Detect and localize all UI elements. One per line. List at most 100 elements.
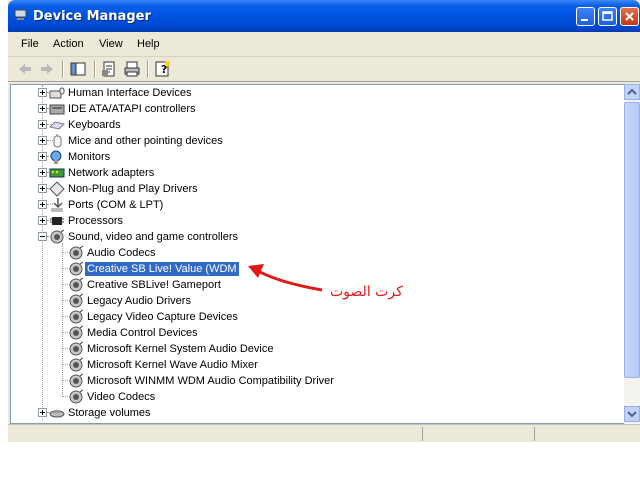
tree-item-label: Microsoft Kernel System Audio Device bbox=[87, 343, 274, 355]
toolbar-separator bbox=[62, 60, 64, 78]
forward-arrow-icon[interactable] bbox=[39, 61, 55, 77]
tree-item[interactable]: Mice and other pointing devices bbox=[11, 133, 611, 149]
status-panel-divider bbox=[422, 427, 423, 441]
help-icon[interactable]: ? bbox=[155, 61, 171, 77]
disk-controller-icon bbox=[49, 104, 65, 115]
tree-item-label: Monitors bbox=[68, 151, 111, 163]
speaker-icon bbox=[69, 373, 84, 388]
tree-item[interactable]: Microsoft Kernel System Audio Device bbox=[11, 341, 611, 357]
tree-item[interactable]: Monitors bbox=[11, 149, 611, 165]
tree-item[interactable]: Legacy Audio Drivers bbox=[11, 293, 611, 309]
expand-button[interactable] bbox=[38, 88, 47, 97]
speaker-icon bbox=[69, 357, 84, 372]
tree-item[interactable]: Sound, video and game controllers bbox=[11, 229, 611, 245]
expand-button[interactable] bbox=[38, 200, 47, 209]
tree-item-label: Mice and other pointing devices bbox=[68, 135, 223, 147]
maximize-icon bbox=[602, 11, 613, 21]
tree-item[interactable]: Keyboards bbox=[11, 117, 611, 133]
tree-item-label: Sound, video and game controllers bbox=[68, 231, 238, 243]
tree-item-label: Legacy Video Capture Devices bbox=[87, 311, 238, 323]
maximize-button[interactable] bbox=[598, 7, 617, 26]
expand-button[interactable] bbox=[38, 120, 47, 129]
storage-icon bbox=[49, 410, 65, 418]
tree-item[interactable]: Media Control Devices bbox=[11, 325, 611, 341]
properties-icon[interactable] bbox=[101, 61, 117, 77]
chevron-down-icon bbox=[627, 411, 637, 418]
tree-item[interactable]: Processors bbox=[11, 213, 611, 229]
title-bar[interactable]: Device Manager bbox=[8, 0, 640, 32]
menu-file[interactable]: File bbox=[21, 38, 39, 50]
network-card-icon bbox=[49, 168, 65, 178]
minimize-icon bbox=[581, 19, 588, 21]
device-manager-icon bbox=[14, 9, 27, 20]
device-tree[interactable]: Human Interface Devices IDE ATA/ATAPI con… bbox=[10, 84, 625, 424]
tree-item-label: Storage volumes bbox=[68, 407, 151, 419]
tree-item-label: IDE ATA/ATAPI controllers bbox=[68, 103, 196, 115]
tree-item[interactable]: Legacy Video Capture Devices bbox=[11, 309, 611, 325]
speaker-icon bbox=[50, 229, 65, 244]
toolbar-separator bbox=[94, 60, 96, 78]
menu-help[interactable]: Help bbox=[137, 38, 160, 50]
menu-view[interactable]: View bbox=[99, 38, 123, 50]
tree-item-label: Legacy Audio Drivers bbox=[87, 295, 191, 307]
expand-button[interactable] bbox=[38, 152, 47, 161]
tree-item-label: Creative SBLive! Gameport bbox=[87, 279, 221, 291]
tree-item-label: Microsoft WINMM WDM Audio Compatibility … bbox=[87, 375, 334, 387]
scroll-up-button[interactable] bbox=[624, 84, 640, 100]
tree-item[interactable]: Microsoft WINMM WDM Audio Compatibility … bbox=[11, 373, 611, 389]
tree-item[interactable]: Non-Plug and Play Drivers bbox=[11, 181, 611, 197]
collapse-button[interactable] bbox=[38, 232, 47, 241]
close-icon bbox=[625, 12, 634, 21]
speaker-icon bbox=[69, 309, 84, 324]
scroll-down-button[interactable] bbox=[624, 406, 640, 422]
toolbar: ? bbox=[8, 57, 640, 82]
keyboard-mouse-icon bbox=[49, 87, 65, 99]
diamond-driver-icon bbox=[49, 181, 65, 197]
speaker-icon bbox=[69, 261, 84, 276]
tree-item-label: Creative SB Live! Value (WDM bbox=[84, 261, 240, 277]
status-panel-divider bbox=[534, 427, 535, 441]
port-icon bbox=[51, 198, 63, 212]
tree-item[interactable]: Network adapters bbox=[11, 165, 611, 181]
expand-button[interactable] bbox=[38, 216, 47, 225]
print-icon[interactable] bbox=[124, 61, 140, 77]
speaker-icon bbox=[69, 325, 84, 340]
expand-button[interactable] bbox=[38, 408, 47, 417]
menu-bar: File Action View Help bbox=[8, 32, 640, 57]
tree-item[interactable]: Ports (COM & LPT) bbox=[11, 197, 611, 213]
status-bar bbox=[8, 424, 640, 442]
vertical-scrollbar[interactable] bbox=[624, 84, 640, 424]
chevron-up-icon bbox=[627, 88, 637, 95]
tree-item-label: Processors bbox=[68, 215, 124, 227]
expand-button[interactable] bbox=[38, 136, 47, 145]
speaker-icon bbox=[69, 277, 84, 292]
speaker-icon bbox=[69, 341, 84, 356]
window-title: Device Manager bbox=[33, 9, 151, 24]
tree-item-label: Non-Plug and Play Drivers bbox=[68, 183, 198, 195]
tree-item-label: Network adapters bbox=[68, 167, 155, 179]
scroll-thumb[interactable] bbox=[624, 102, 640, 378]
tree-item[interactable]: IDE ATA/ATAPI controllers bbox=[11, 101, 611, 117]
tree-item-label: Ports (COM & LPT) bbox=[68, 199, 164, 211]
expand-button[interactable] bbox=[38, 184, 47, 193]
minimize-button[interactable] bbox=[576, 7, 595, 26]
back-arrow-icon[interactable] bbox=[17, 61, 33, 77]
speaker-icon bbox=[69, 245, 84, 260]
expand-button[interactable] bbox=[38, 104, 47, 113]
tree-item-label: Human Interface Devices bbox=[68, 87, 192, 99]
menu-action[interactable]: Action bbox=[53, 38, 84, 50]
keyboard-icon bbox=[49, 121, 65, 130]
tree-item[interactable]: Video Codecs bbox=[11, 389, 611, 405]
processor-icon bbox=[50, 217, 64, 225]
tree-item-label: Media Control Devices bbox=[87, 327, 198, 339]
toolbar-separator bbox=[147, 60, 149, 78]
tree-item[interactable]: Microsoft Kernel Wave Audio Mixer bbox=[11, 357, 611, 373]
tree-item[interactable]: Human Interface Devices bbox=[11, 85, 611, 101]
annotation-text: كرت الصوت bbox=[330, 284, 403, 300]
tree-item[interactable]: Storage volumes bbox=[11, 405, 611, 421]
tree-item-label: Video Codecs bbox=[87, 391, 156, 403]
close-button[interactable] bbox=[620, 7, 639, 26]
mouse-icon bbox=[53, 134, 62, 148]
show-hide-console-tree-icon[interactable] bbox=[70, 61, 86, 77]
expand-button[interactable] bbox=[38, 168, 47, 177]
